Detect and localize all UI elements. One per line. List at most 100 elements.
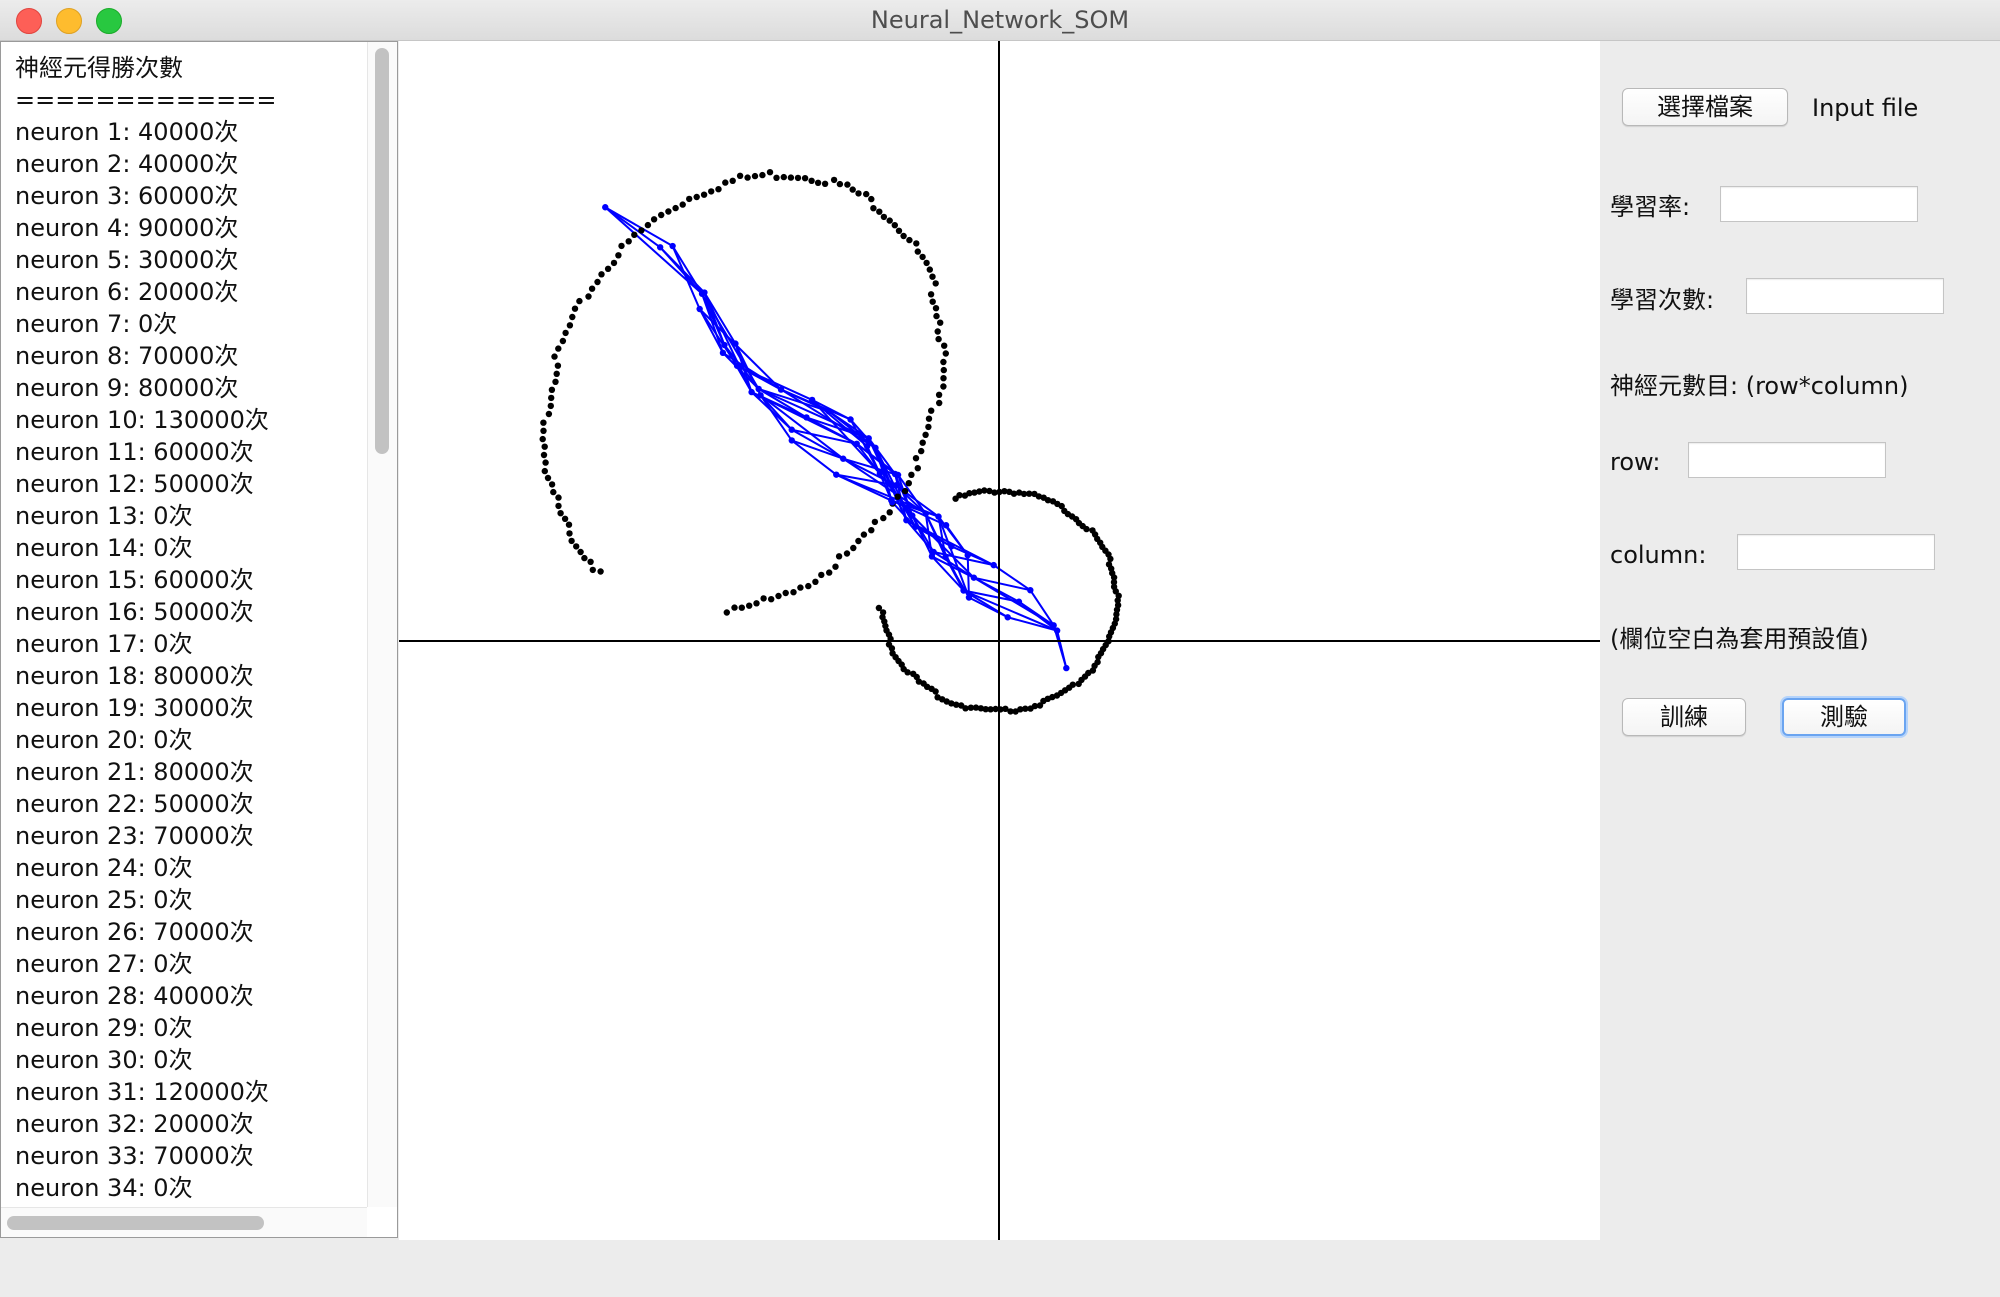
data-point	[914, 465, 921, 472]
data-point	[541, 467, 548, 475]
data-point	[1083, 525, 1090, 533]
data-point	[552, 378, 559, 385]
data-point	[598, 271, 605, 278]
data-point	[801, 175, 809, 182]
data-point	[585, 293, 592, 300]
neuron-node	[721, 341, 728, 349]
neuron-node	[847, 416, 854, 423]
data-point	[650, 216, 658, 223]
data-point	[910, 670, 917, 677]
data-point	[565, 521, 573, 528]
data-point	[855, 537, 862, 545]
horizontal-scroll-thumb[interactable]	[7, 1216, 264, 1230]
data-point	[1075, 680, 1082, 688]
data-point	[935, 391, 943, 398]
column-field[interactable]	[1737, 534, 1935, 570]
data-point	[540, 451, 548, 459]
data-point	[832, 563, 839, 570]
data-point	[1107, 555, 1114, 563]
data-point	[625, 238, 632, 245]
data-point	[693, 193, 700, 201]
log-line: neuron 16: 50000次	[15, 598, 254, 626]
vertical-scrollbar[interactable]	[367, 42, 397, 1207]
data-point	[736, 172, 744, 179]
data-point	[880, 514, 887, 522]
data-point	[780, 173, 787, 181]
neuron-node	[909, 512, 916, 519]
neuron-node	[696, 305, 703, 313]
data-point	[797, 584, 804, 591]
neuron-win-count-log[interactable]: 神經元得勝次數 ============= neuron 1: 40000次 neur…	[0, 41, 398, 1238]
data-point	[860, 531, 868, 538]
row-field[interactable]	[1688, 442, 1886, 478]
iterations-field[interactable]	[1746, 278, 1944, 314]
learning-rate-input[interactable]	[1721, 187, 1917, 221]
data-point	[885, 641, 893, 648]
test-button[interactable]: 測驗	[1782, 698, 1906, 736]
horizontal-scrollbar[interactable]	[1, 1207, 367, 1237]
data-point	[587, 558, 594, 565]
data-point	[542, 459, 549, 466]
data-point	[941, 342, 948, 349]
neuron-node	[1015, 598, 1023, 605]
data-point	[722, 179, 729, 186]
neuron-node	[942, 522, 950, 529]
som-grid-edge	[698, 308, 782, 391]
log-line: neuron 32: 20000次	[15, 1110, 254, 1138]
data-point	[934, 694, 941, 701]
data-point	[679, 201, 686, 208]
data-point	[843, 550, 851, 557]
column-input[interactable]	[1738, 535, 1934, 569]
neuron-node	[876, 470, 884, 477]
data-point	[894, 493, 901, 500]
neuron-node	[656, 244, 664, 251]
data-point	[551, 353, 558, 360]
data-point	[544, 474, 552, 482]
som-grid-edge	[701, 293, 760, 390]
data-point	[927, 291, 935, 298]
data-point	[906, 236, 913, 244]
neuron-node	[863, 442, 871, 450]
neuron-node	[935, 513, 942, 520]
data-point	[794, 174, 802, 182]
log-line: neuron 34: 0次	[15, 1174, 193, 1202]
title-bar: Neural_Network_SOM	[0, 0, 2000, 41]
neuron-node	[777, 386, 785, 393]
vertical-scroll-thumb[interactable]	[375, 48, 389, 454]
row-input[interactable]	[1689, 443, 1885, 477]
train-button[interactable]: 訓練	[1622, 698, 1746, 736]
data-point	[826, 569, 833, 576]
neuron-node	[757, 392, 764, 399]
data-point	[891, 222, 898, 229]
log-line: neuron 19: 30000次	[15, 694, 254, 722]
neuron-node	[964, 552, 971, 559]
data-point	[555, 345, 562, 352]
data-point	[844, 181, 851, 188]
data-point	[835, 553, 843, 560]
data-point	[594, 278, 601, 286]
neuron-count-label: 神經元數目: (row*column)	[1610, 372, 1909, 400]
data-point	[658, 211, 665, 219]
log-line: neuron 33: 70000次	[15, 1142, 254, 1170]
neuron-node	[903, 517, 910, 524]
data-point	[751, 172, 759, 180]
data-point	[918, 447, 925, 455]
data-point	[554, 362, 562, 369]
log-line: neuron 4: 90000次	[15, 214, 239, 242]
neuron-node	[788, 437, 795, 444]
learning-rate-field[interactable]	[1720, 186, 1918, 222]
iterations-input[interactable]	[1747, 279, 1943, 313]
log-line: neuron 13: 0次	[15, 502, 193, 530]
data-point	[700, 191, 708, 198]
data-point	[581, 554, 588, 562]
log-line: neuron 1: 40000次	[15, 118, 239, 146]
data-point	[638, 227, 645, 234]
neuron-node	[990, 561, 997, 569]
log-line: neuron 21: 80000次	[15, 758, 254, 786]
data-point	[782, 589, 789, 597]
log-line: neuron 11: 60000次	[15, 438, 254, 466]
input-file-label: Input file	[1812, 94, 1919, 122]
data-point	[940, 366, 947, 374]
choose-file-button[interactable]: 選擇檔案	[1622, 88, 1788, 126]
data-point	[559, 337, 567, 345]
